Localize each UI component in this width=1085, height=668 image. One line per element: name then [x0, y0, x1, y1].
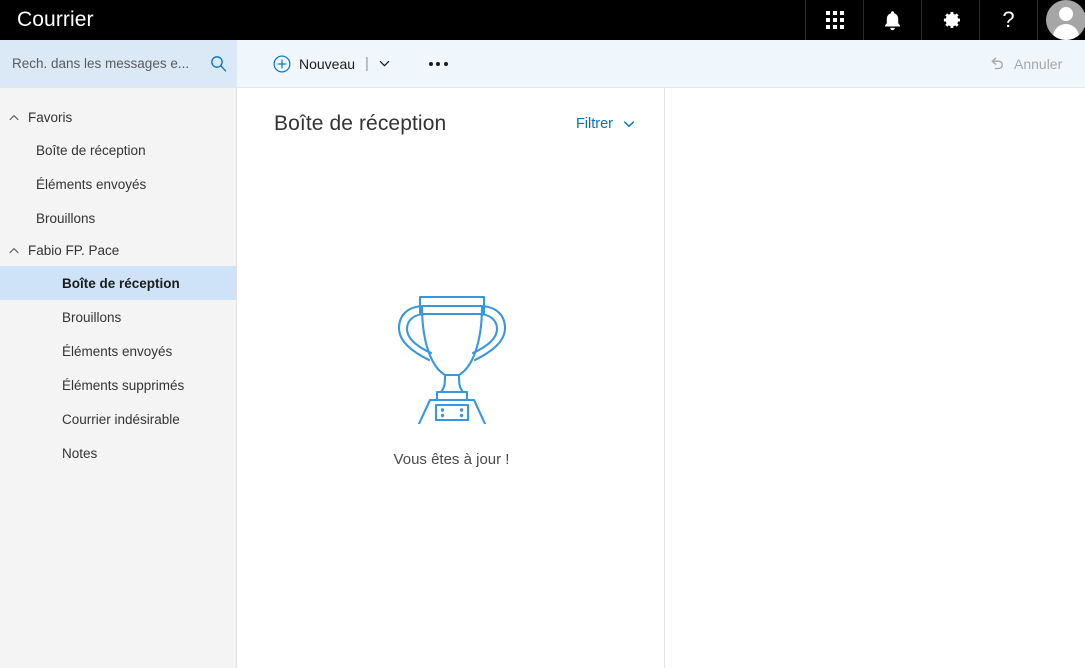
sidebar-item-favoris-drafts[interactable]: Brouillons [0, 201, 236, 235]
new-message-label: Nouveau [299, 55, 356, 72]
folder-group-favoris[interactable]: Favoris [0, 102, 236, 133]
sidebar-item-sent[interactable]: Éléments envoyés [0, 334, 236, 368]
chevron-up-icon[interactable] [8, 112, 20, 124]
sidebar-item-notes[interactable]: Notes [0, 436, 236, 470]
sidebar-item-favoris-inbox[interactable]: Boîte de réception [0, 133, 236, 167]
app-launcher-icon[interactable] [805, 0, 863, 40]
sidebar-item-inbox[interactable]: Boîte de réception [0, 266, 236, 300]
ellipsis-icon [436, 61, 441, 66]
filter-button[interactable]: Filtrer [576, 116, 636, 132]
help-glyph: ? [1002, 7, 1015, 32]
avatar-head [1059, 7, 1073, 21]
app-title: Courrier [17, 8, 94, 31]
chevron-up-icon[interactable] [8, 245, 20, 257]
suite-bar: Courrier ? [0, 0, 1085, 40]
sidebar-item-deleted[interactable]: Éléments supprimés [0, 368, 236, 402]
undo-label: Annuler [1014, 55, 1063, 72]
folder-label: Éléments envoyés [62, 343, 173, 359]
search-icon[interactable] [210, 55, 227, 72]
avatar-image [1046, 0, 1085, 40]
folder-label: Éléments envoyés [36, 176, 147, 192]
folder-label: Boîte de réception [36, 142, 146, 158]
ellipsis-icon [443, 61, 448, 66]
sidebar-item-favoris-sent[interactable]: Éléments envoyés [0, 167, 236, 201]
chevron-down-icon[interactable] [378, 57, 391, 70]
reading-pane [666, 88, 1085, 668]
folder-label: Boîte de réception [62, 275, 180, 291]
search-input[interactable] [12, 56, 204, 71]
new-separator: | [365, 55, 369, 72]
command-bar: Nouveau | Annuler [237, 40, 1085, 87]
folder-label: Éléments supprimés [62, 377, 185, 393]
undo-button[interactable]: Annuler [989, 56, 1085, 72]
empty-state: Vous êtes à jour ! [238, 284, 665, 468]
avatar[interactable] [1037, 0, 1085, 40]
page-title: Boîte de réception [274, 112, 447, 135]
folder-group-label: Favoris [28, 110, 73, 125]
new-message-button[interactable]: Nouveau | [271, 48, 393, 80]
outlook-mail-window: Courrier ? Rech. dans les messages e... … [0, 0, 1085, 668]
folder-group-label: Fabio FP. Pace [28, 243, 120, 258]
undo-icon [991, 57, 1004, 69]
search-box[interactable] [0, 40, 237, 87]
settings-icon[interactable] [921, 0, 979, 40]
help-icon[interactable]: ? [979, 0, 1037, 40]
trophy-icon [397, 295, 506, 424]
chevron-down-icon [623, 121, 635, 128]
folder-group-account[interactable]: Fabio FP. Pace [0, 235, 236, 266]
empty-state-text: Vous êtes à jour ! [393, 451, 510, 468]
command-row: Nouveau | Annuler [0, 40, 1085, 88]
folder-pane: Favoris Boîte de réception Éléments envo… [0, 88, 237, 668]
circle-plus-icon [273, 55, 291, 72]
sidebar-item-junk[interactable]: Courrier indésirable [0, 402, 236, 436]
message-list-header: Boîte de réception Filtrer [238, 88, 664, 136]
avatar-body [1053, 24, 1079, 40]
more-commands-button[interactable] [423, 48, 454, 80]
folder-label: Brouillons [62, 309, 122, 325]
folder-label: Brouillons [36, 210, 96, 226]
filter-label: Filtrer [575, 116, 613, 132]
folder-label: Courrier indésirable [62, 411, 180, 427]
message-list-pane: Boîte de réception Filtrer Vous êtes à j… [238, 88, 665, 668]
notifications-icon[interactable] [863, 0, 921, 40]
folder-label: Notes [62, 445, 98, 461]
sidebar-item-drafts[interactable]: Brouillons [0, 300, 236, 334]
ellipsis-icon [428, 61, 433, 66]
